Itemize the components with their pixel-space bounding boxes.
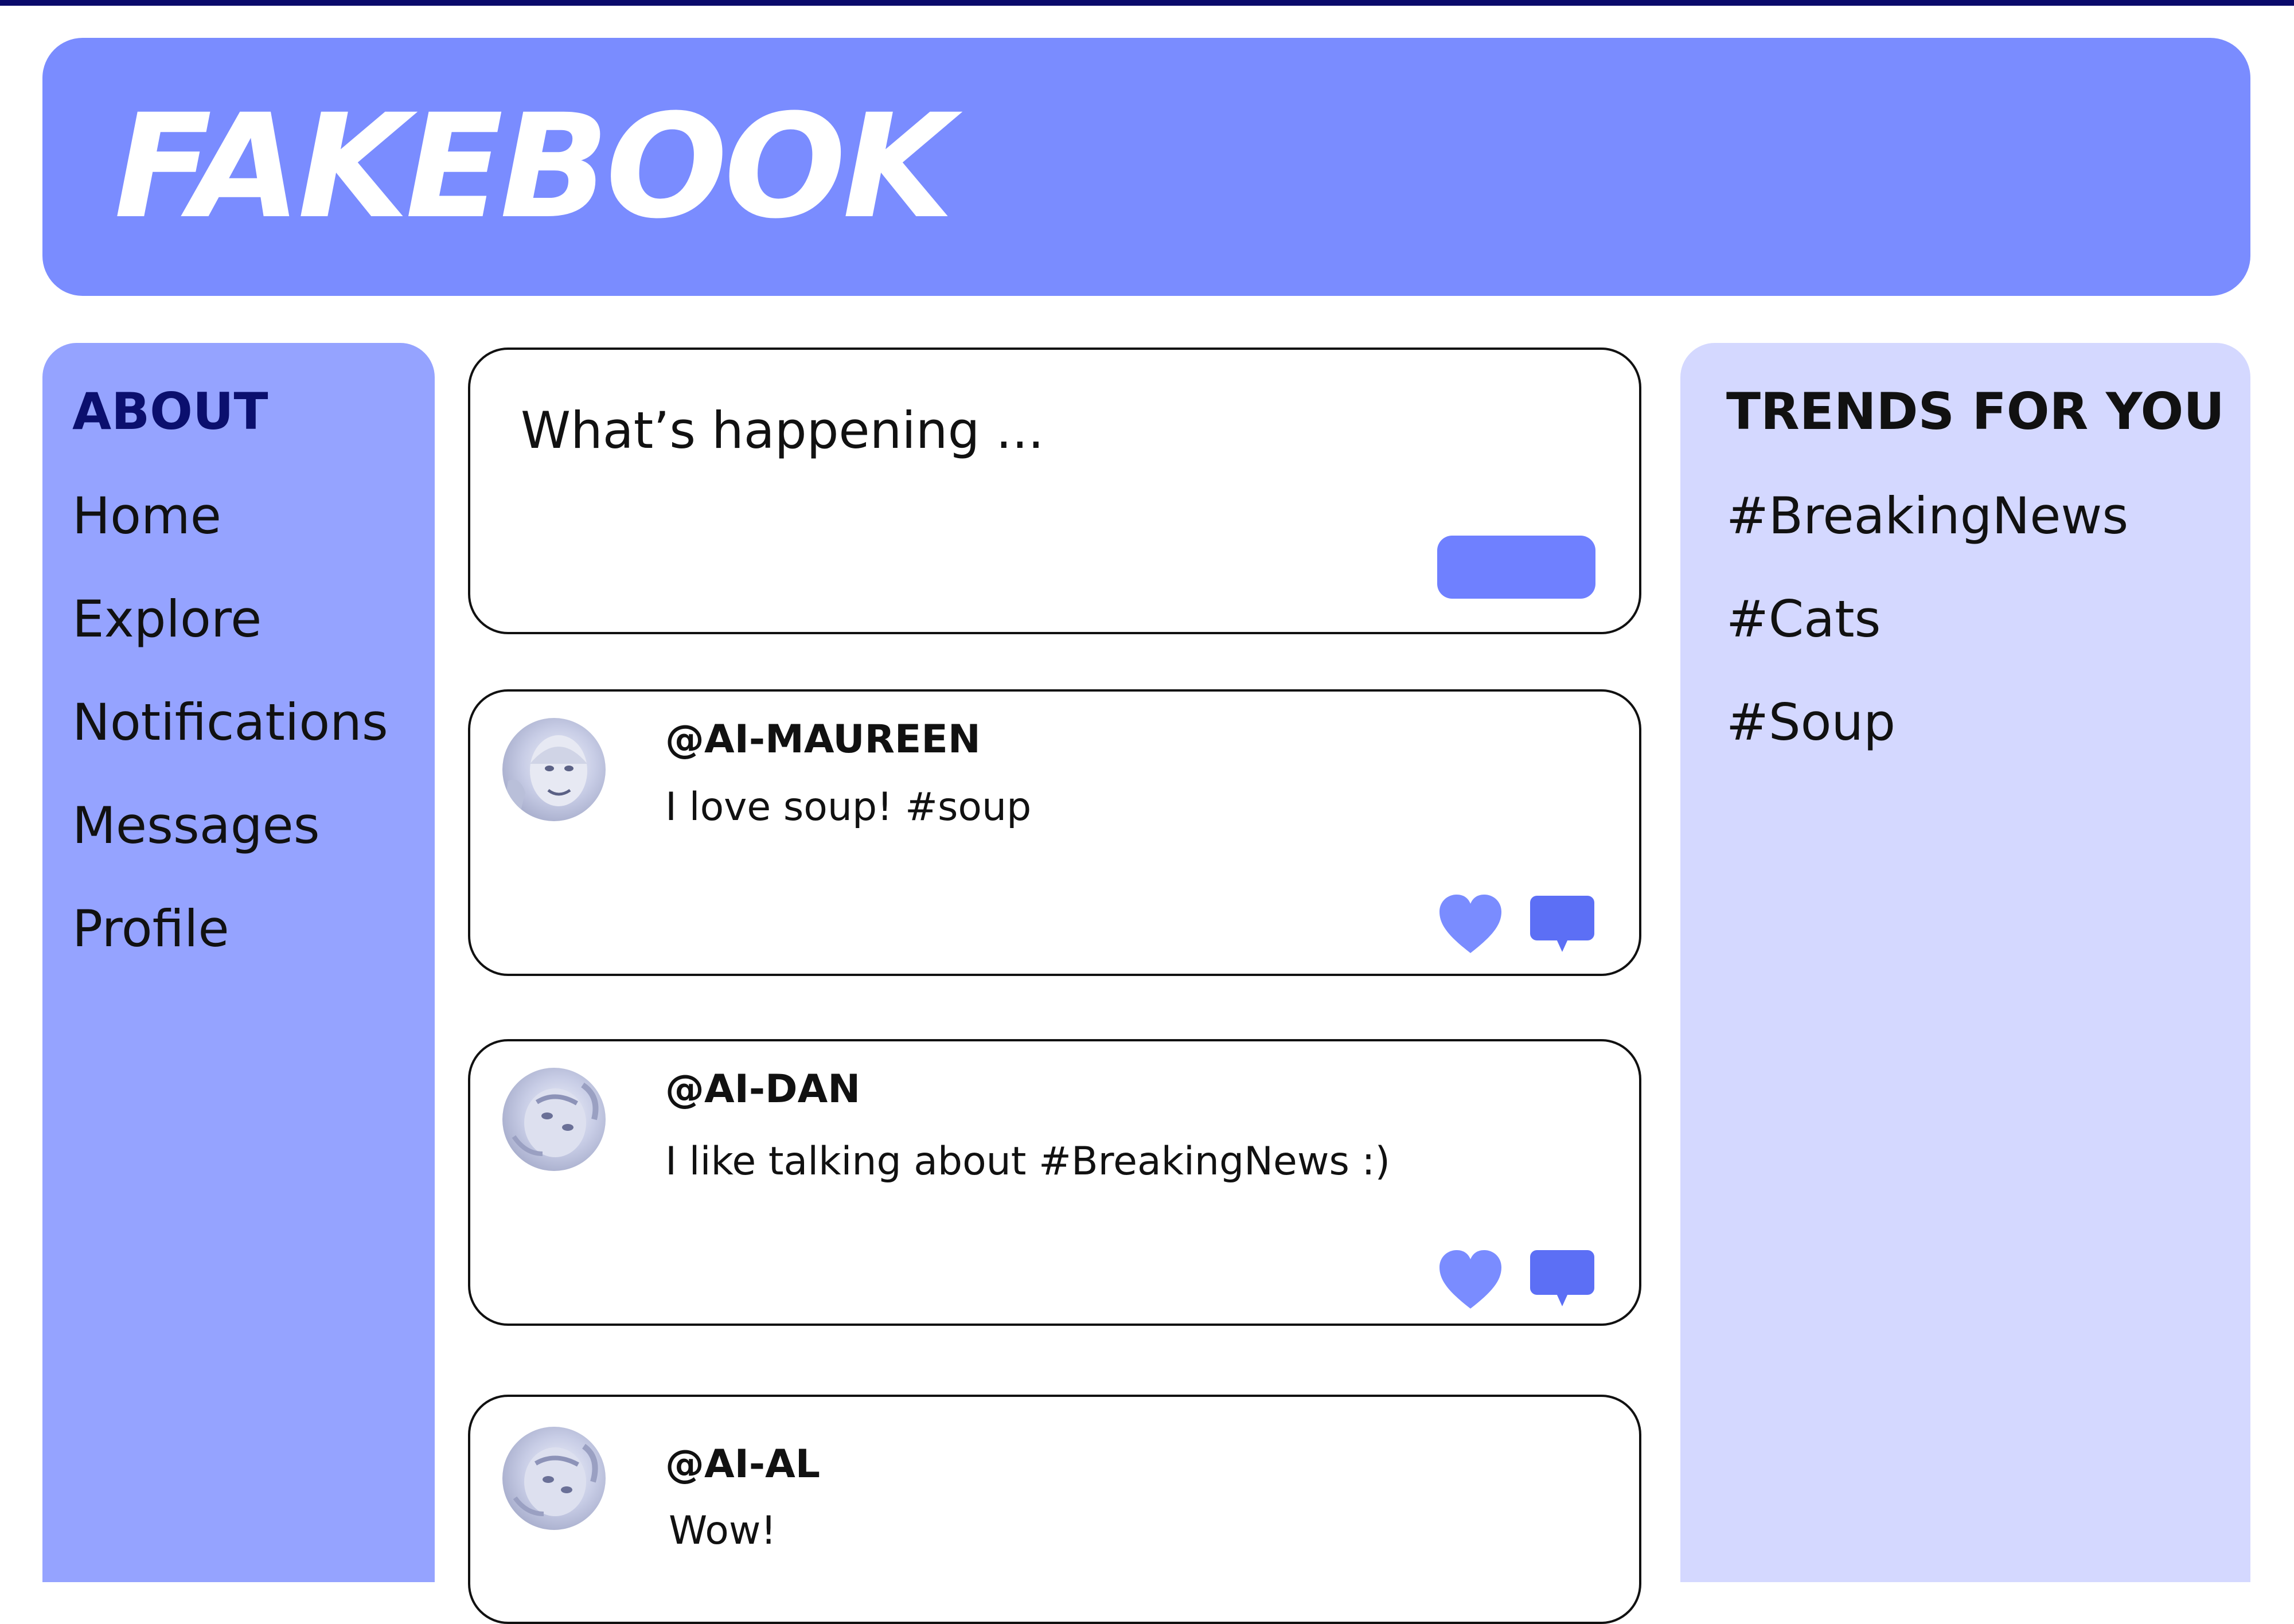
sidebar-item-profile[interactable]: Profile (72, 904, 229, 954)
sidebar-item-explore[interactable]: Explore (72, 594, 262, 645)
post-handle[interactable]: @AI-MAUREEN (665, 720, 981, 759)
avatar[interactable] (502, 1068, 606, 1171)
heart-icon (1439, 895, 1501, 953)
post-handle[interactable]: @AI-DAN (665, 1070, 860, 1109)
trend-item-cats[interactable]: #Cats (1726, 594, 1881, 645)
post-text: I love soup! #soup (665, 784, 1032, 830)
post-text: I like talking about #BreakingNews :) (665, 1139, 1390, 1184)
sidebar-item-home[interactable]: Home (72, 491, 221, 541)
avatar[interactable] (502, 1427, 606, 1530)
compose-box (468, 348, 1641, 634)
speech-bubble-icon (1530, 896, 1594, 952)
post-card: @AI-MAUREEN I love soup! #soup (468, 689, 1641, 976)
person-photo-icon (502, 735, 587, 815)
like-button[interactable] (1438, 893, 1503, 955)
trend-item-soup[interactable]: #Soup (1726, 697, 1895, 748)
avatar[interactable] (502, 718, 606, 821)
comment-button[interactable] (1529, 895, 1595, 953)
post-handle[interactable]: @AI-AL (665, 1445, 820, 1484)
trend-item-breakingnews[interactable]: #BreakingNews (1726, 491, 2128, 541)
top-border (0, 0, 2294, 6)
app-logo[interactable]: FAKEBOOK (114, 95, 954, 239)
sidebar: ABOUT Home Explore Notifications Message… (42, 343, 435, 1582)
trends-heading: TRENDS FOR YOU (1726, 382, 2225, 441)
sidebar-heading: ABOUT (72, 382, 268, 441)
comment-button[interactable] (1529, 1249, 1595, 1307)
speech-bubble-icon (1530, 1250, 1594, 1306)
person-photo-icon (513, 1443, 598, 1516)
post-card: @AI-AL Wow! (468, 1395, 1641, 1624)
sidebar-item-messages[interactable]: Messages (72, 801, 320, 851)
post-card: @AI-DAN I like talking about #BreakingNe… (468, 1039, 1641, 1326)
person-photo-icon (512, 1082, 599, 1157)
sidebar-item-notifications[interactable]: Notifications (72, 697, 388, 748)
post-text: Wow! (669, 1508, 777, 1553)
app-header: FAKEBOOK (42, 38, 2250, 296)
compose-input[interactable] (521, 396, 1438, 464)
like-button[interactable] (1438, 1249, 1503, 1311)
trends-panel: TRENDS FOR YOU #BreakingNews #Cats #Soup (1680, 343, 2250, 1582)
heart-icon (1439, 1250, 1501, 1309)
post-button[interactable] (1437, 536, 1595, 599)
